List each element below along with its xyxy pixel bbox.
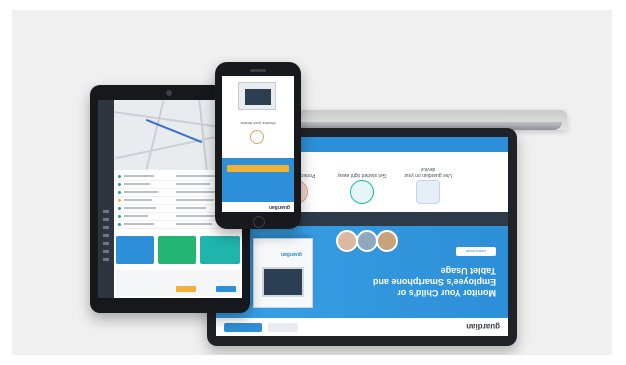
phone-website-upside-down: guardian Monitor your device (222, 76, 294, 212)
phone-device: guardian Monitor your device (215, 62, 301, 229)
device-illustration-screen (245, 89, 271, 105)
child-icon (250, 130, 264, 144)
laptop-hero-title: Monitor Your Child's or Employee's Smart… (372, 266, 496, 298)
stat-card-teal[interactable] (200, 236, 240, 264)
phone-site-navbar: guardian (222, 201, 294, 212)
phone-hero-section (222, 158, 294, 202)
sidebar-item[interactable] (103, 250, 109, 253)
sidebar-item[interactable] (103, 226, 109, 229)
status-badge[interactable] (216, 286, 236, 292)
product-showcase-image: guardian Monitor Your Child's or Employe… (12, 10, 612, 355)
sidebar-item[interactable] (103, 218, 109, 221)
phone-content-section: Monitor your device (222, 76, 294, 154)
stat-card-blue[interactable] (116, 236, 154, 264)
phone-speaker (250, 69, 266, 72)
device-illustration (238, 82, 276, 110)
product-box-screen (262, 267, 304, 297)
tablet-bottom-panel (116, 270, 240, 296)
status-badge[interactable] (176, 286, 196, 292)
testimonial-avatar-2 (356, 230, 378, 252)
product-box-label: guardian (280, 251, 302, 257)
laptop-site-logo: guardian (466, 322, 500, 331)
laptop-hero-section: Monitor Your Child's or Employee's Smart… (216, 226, 508, 318)
product-box-image: guardian (253, 238, 313, 308)
sidebar-item[interactable] (103, 242, 109, 245)
sidebar-item[interactable] (103, 258, 109, 261)
testimonial-avatar-1 (376, 230, 398, 252)
map-road (145, 100, 165, 170)
laptop-hero-button[interactable]: Learn more (456, 247, 496, 256)
hands-icon (350, 180, 374, 204)
laptop-nav-login-button[interactable] (268, 323, 298, 332)
phone-hero-button[interactable] (227, 165, 289, 172)
stat-card-green[interactable] (158, 236, 196, 264)
tablet-dashboard-sidebar (98, 100, 114, 298)
laptop-site-navbar: guardian (216, 317, 508, 336)
feature-label-2: Get started right away (337, 172, 387, 178)
device-icon (416, 180, 440, 204)
phone-site-logo: guardian (268, 204, 290, 210)
laptop-nav-signup-button[interactable] (224, 323, 262, 332)
tablet-camera (166, 90, 172, 96)
sidebar-item[interactable] (103, 210, 109, 213)
feature-item-2: Get started right away (332, 158, 392, 204)
feature-label-1: Use guardian on your device (404, 166, 452, 178)
testimonial-avatar-3 (336, 230, 358, 252)
feature-item-1: Use guardian on your device (398, 158, 458, 204)
phone-section-text: Monitor your device (240, 121, 276, 126)
map-road (198, 100, 208, 170)
sidebar-item[interactable] (103, 234, 109, 237)
phone-home-button (253, 216, 265, 228)
phone-screen: guardian Monitor your device (222, 76, 294, 212)
